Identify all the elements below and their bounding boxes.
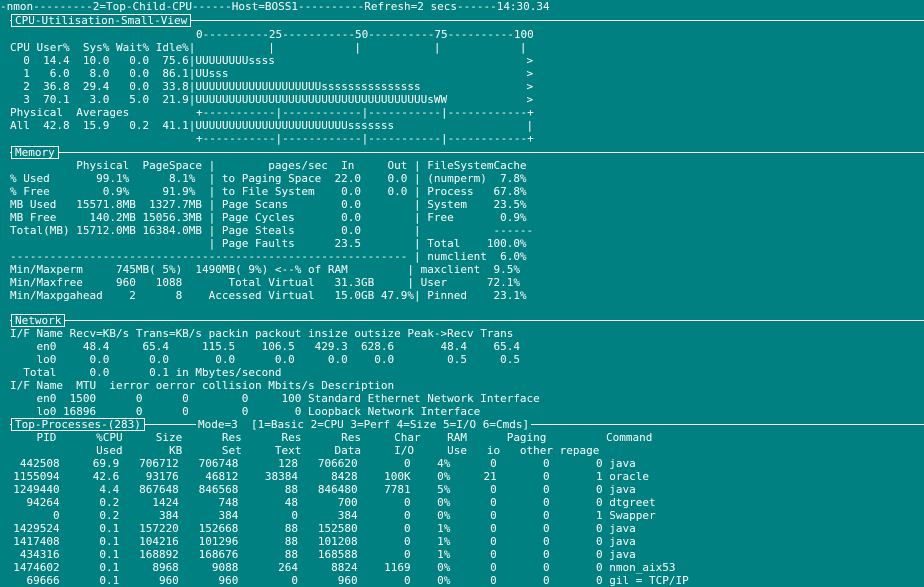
cpu-row-0: 0 14.4 10.0 0.0 75.6|UUUUUUUUssss > — [10, 54, 534, 67]
memory-section-title: Memory — [11, 146, 59, 159]
cpu-physical-label: Physical Averages — [10, 106, 130, 119]
terminal-screen: -nmon---------2=Top-Child-CPU------Host=… — [0, 0, 924, 587]
process-header-1: PID %CPU Size Res Res Res Char RAM Pagin… — [10, 431, 653, 444]
process-row: 1474602 0.1 8968 9088 264 8824 1169 0% 0… — [0, 561, 676, 574]
network-line: I/F Name MTU ierror oerror collision Mbi… — [10, 379, 395, 392]
memory-line: Min/Maxpgahead 2 8 Accessed Virtual 15.0… — [10, 289, 527, 302]
process-row: 442508 69.9 706712 706748 128 706620 0 4… — [0, 457, 636, 470]
cpu-divider-top: +-----------|------------|-----------|--… — [196, 106, 534, 119]
process-row: 94264 0.2 1424 748 48 700 0 0% 0 0 0 dtg… — [0, 496, 656, 509]
top-mode-text: Mode=3 [1=Basic 2=CPU 3=Perf 4=Size 5=I/… — [196, 418, 532, 431]
memory-line: Min/Maxperm 745MB( 5%) 1490MB( 9%) <--% … — [10, 263, 520, 276]
cpu-row-3: 3 70.1 3.0 5.0 21.9|UUUUUUUUUUUUUUUUUUUU… — [10, 93, 534, 106]
network-line: en0 48.4 65.4 115.5 106.5 429.3 628.6 48… — [10, 340, 520, 353]
section-rule — [10, 152, 924, 153]
cpu-row-1: 1 6.0 8.0 0.0 86.1|UUsss > — [10, 67, 534, 80]
network-line: lo0 0.0 0.0 0.0 0.0 0.0 0.0 0.5 0.5 — [10, 353, 520, 366]
cpu-divider-bottom: +-----------|------------|-----------|--… — [196, 132, 534, 145]
title-bar: -nmon---------2=Top-Child-CPU------Host=… — [0, 0, 550, 13]
cpu-header: CPU User% Sys% Wait% Idle%| | | | | — [10, 41, 527, 54]
cpu-section-title: CPU-Utilisation-Small-View — [11, 14, 192, 27]
network-line: I/F Name Recv=KB/s Trans=KB/s packin pac… — [10, 327, 514, 340]
process-row: 1155094 42.6 93176 46812 38384 8428 100K… — [0, 470, 650, 483]
process-header-2: Used KB Set Text Data I/O Use io other r… — [10, 444, 600, 457]
network-line: Total 0.0 0.1 in Mbytes/second — [10, 366, 282, 379]
cpu-row-2: 2 36.8 29.4 0.0 33.8|UUUUUUUUUUUUUUUUUUU… — [10, 80, 534, 93]
network-line: en0 1500 0 0 0 100 Standard Ethernet Net… — [10, 392, 540, 405]
memory-line: Min/Maxfree 960 1088 Total Virtual 31.3G… — [10, 276, 520, 289]
memory-line: % Used 99.1% 8.1% | to Paging Space 22.0… — [10, 172, 527, 185]
network-line: lo0 16896 0 0 0 0 Loopback Network Inter… — [10, 405, 481, 418]
memory-line: % Free 0.9% 91.9% | to File System 0.0 0… — [10, 185, 527, 198]
memory-section-header: Memory — [0, 146, 924, 159]
process-row: 1429524 0.1 157220 152668 88 152580 0 1%… — [0, 522, 636, 535]
memory-line: ----------------------------------------… — [10, 250, 527, 263]
process-row: 434316 0.1 168892 168676 88 168588 0 1% … — [0, 548, 636, 561]
process-row: 1249440 4.4 867648 846568 88 846480 7781… — [0, 483, 636, 496]
process-row: 69666 0.1 960 960 0 960 0 0% 0 0 0 gil =… — [0, 574, 689, 587]
network-section-title: Network — [11, 314, 66, 327]
process-row: 0 0.2 384 384 0 384 0 0% 0 0 1 Swapper — [0, 509, 656, 522]
section-rule — [10, 320, 924, 321]
memory-line: Physical PageSpace | pages/sec In Out | … — [10, 159, 527, 172]
memory-line: MB Used 15571.8MB 1327.7MB | Page Scans … — [10, 198, 527, 211]
memory-line: Total(MB) 15712.0MB 16384.0MB | Page Ste… — [10, 224, 534, 237]
cpu-scale: 0----------25-----------50----------75--… — [196, 28, 534, 41]
memory-line: MB Free 140.2MB 15056.3MB | Page Cycles … — [10, 211, 527, 224]
process-row: 1417408 0.1 104216 101296 88 101208 0 1%… — [0, 535, 636, 548]
memory-line: | Page Faults 23.5 | Total 100.0% — [10, 237, 527, 250]
network-section-header: Network — [0, 314, 924, 327]
top-processes-title: Top-Processes-(283) — [11, 418, 145, 431]
cpu-all-row: All 42.8 15.9 0.2 41.1|UUUUUUUUUUUUUUUUU… — [10, 119, 534, 132]
cpu-section-header: CPU-Utilisation-Small-View — [0, 14, 924, 27]
